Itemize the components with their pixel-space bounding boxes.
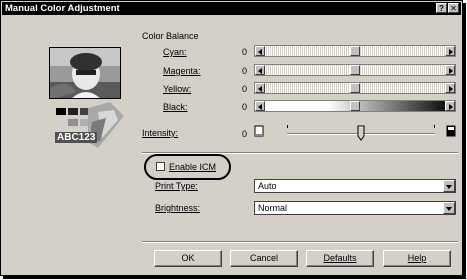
- chevron-down-icon[interactable]: [443, 180, 455, 192]
- light-intensity-icon: [254, 125, 264, 137]
- black-left-arrow-icon[interactable]: [255, 101, 265, 111]
- help-button[interactable]: Help: [383, 250, 451, 267]
- cyan-thumb[interactable]: [350, 46, 360, 56]
- help-icon[interactable]: ?: [436, 3, 447, 13]
- magenta-right-arrow-icon[interactable]: [445, 65, 455, 75]
- intensity-label: Intensity:: [142, 128, 179, 138]
- yellow-label: Yellow:: [163, 84, 192, 94]
- defaults-button[interactable]: Defaults: [306, 250, 374, 267]
- yellow-value: 0: [242, 84, 248, 94]
- cyan-left-arrow-icon[interactable]: [255, 46, 265, 56]
- black-scrollbar[interactable]: [254, 100, 456, 112]
- swatch-icon: [56, 119, 66, 126]
- magenta-label: Magenta:: [163, 66, 201, 76]
- cancel-button[interactable]: Cancel: [230, 250, 298, 267]
- preview-photo: [49, 47, 121, 99]
- color-preview: ABC123: [48, 46, 124, 149]
- print-type-select[interactable]: Auto: [254, 179, 456, 193]
- cyan-right-arrow-icon[interactable]: [445, 46, 455, 56]
- color-balance-heading: Color Balance: [142, 31, 199, 41]
- magenta-thumb[interactable]: [350, 65, 360, 75]
- black-label: Black:: [163, 102, 188, 112]
- black-value: 0: [242, 102, 248, 112]
- intensity-trackbar[interactable]: [281, 121, 441, 145]
- yellow-right-arrow-icon[interactable]: [445, 83, 455, 93]
- intensity-thumb[interactable]: [357, 125, 365, 141]
- window-title: Manual Color Adjustment: [5, 3, 120, 14]
- sample-text: ABC123: [55, 132, 98, 143]
- yellow-left-arrow-icon[interactable]: [255, 83, 265, 93]
- cyan-value: 0: [242, 47, 248, 57]
- brightness-select[interactable]: Normal: [254, 201, 456, 215]
- swatch-icon: [68, 108, 78, 115]
- ok-button[interactable]: OK: [154, 250, 222, 267]
- brightness-label: Brightness:: [155, 203, 201, 213]
- yellow-thumb[interactable]: [350, 83, 360, 93]
- magenta-value: 0: [242, 66, 248, 76]
- title-bar: Manual Color Adjustment ? ✕: [2, 2, 461, 15]
- magenta-left-arrow-icon[interactable]: [255, 65, 265, 75]
- print-type-label: Print Type:: [155, 181, 198, 191]
- chevron-down-icon[interactable]: [443, 202, 455, 214]
- swatch-icon: [68, 119, 78, 126]
- enable-icm-checkbox[interactable]: [156, 162, 165, 171]
- enable-icm-label[interactable]: Enable ICM: [169, 162, 216, 172]
- cyan-label: Cyan:: [163, 47, 187, 57]
- brightness-value: Normal: [258, 203, 288, 213]
- dark-intensity-icon: [446, 125, 456, 137]
- manual-color-adjustment-dialog: Manual Color Adjustment ? ✕ ABC123 Color…: [0, 0, 463, 276]
- black-right-arrow-icon[interactable]: [445, 101, 455, 111]
- yellow-scrollbar[interactable]: [254, 82, 456, 94]
- close-icon[interactable]: ✕: [448, 3, 459, 13]
- black-thumb[interactable]: [350, 101, 360, 111]
- print-type-value: Auto: [258, 181, 277, 191]
- separator: [142, 241, 458, 243]
- magenta-scrollbar[interactable]: [254, 64, 456, 76]
- intensity-value: 0: [242, 129, 248, 139]
- cyan-scrollbar[interactable]: [254, 45, 456, 57]
- swatch-icon: [56, 108, 66, 115]
